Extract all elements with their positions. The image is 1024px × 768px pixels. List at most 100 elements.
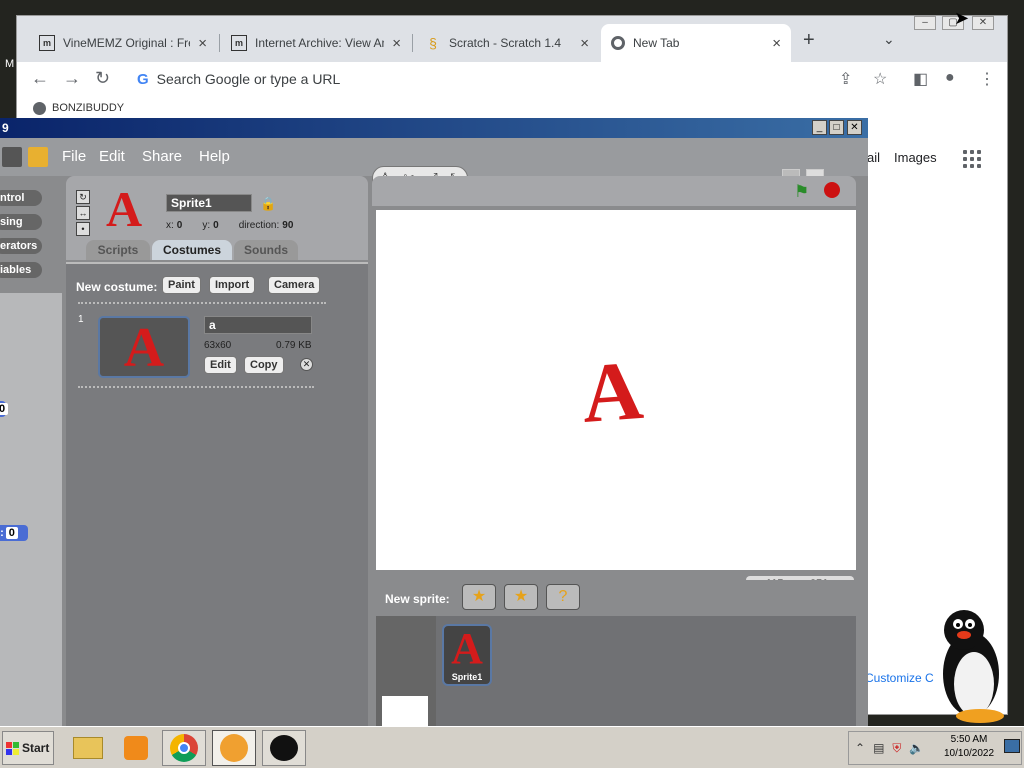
tab-search-icon[interactable]: ⌄ [883,31,895,48]
media-player-icon[interactable] [114,730,158,766]
show-desktop-icon[interactable] [1004,739,1020,753]
google-icon: G [137,70,149,88]
scratch-maximize-button[interactable]: □ [829,120,844,135]
chrome-taskbar-icon[interactable] [162,730,206,766]
bookmark-star-icon[interactable]: ☆ [873,69,887,89]
new-sprite-label: New sprite: [385,592,450,606]
side-panel-icon[interactable]: ◧ [913,69,928,89]
menu-icon[interactable]: ⋮ [979,69,995,89]
chrome-toolbar: ← → ↻ G Search Google or type a URL ⇪ ☆ … [17,62,1007,96]
pingu-mascot[interactable] [936,608,1006,726]
block-label: y: [0,527,4,539]
lock-icon[interactable]: 🔒 [260,196,276,212]
motion-block[interactable]: y:0 [0,525,28,541]
show-hidden-icons-icon[interactable]: ⌃ [855,741,865,755]
tab-costumes[interactable]: Costumes [152,240,232,260]
network-icon[interactable]: ▤ [873,741,884,755]
costume-thumbnail[interactable]: A [98,316,190,378]
choose-sprite-icon[interactable]: ★ [504,584,538,610]
green-flag-icon[interactable]: ⚑ [794,182,809,202]
back-icon[interactable]: ← [31,68,49,89]
archive-icon: m [231,35,247,51]
import-button[interactable]: Import [209,276,256,294]
scratch-minimize-button[interactable]: _ [812,120,827,135]
close-tab-icon[interactable]: × [392,35,401,52]
category-operators[interactable]: erators [0,238,42,254]
sprite-pane: ↻ ↔ • A Sprite1 🔒 x: 0 y: 0 direction: 90 S… [66,176,368,726]
tab-scratch[interactable]: § Scratch - Scratch 1.4 × [415,24,599,62]
close-tab-icon[interactable]: × [580,35,589,52]
stage[interactable]: A [376,210,856,570]
block-palette: 0 y:0 [0,293,62,726]
minimize-button[interactable]: – [914,16,936,30]
scratch-taskbar-icon[interactable] [212,730,256,766]
close-tab-icon[interactable]: × [772,35,781,52]
tab-title: New Tab [633,36,680,50]
tab-new-tab[interactable]: New Tab × [601,24,791,62]
start-label: Start [22,741,50,755]
scratch-icon: § [429,35,437,51]
explorer-icon[interactable] [66,730,110,766]
omnibox[interactable]: G Search Google or type a URL [129,65,875,93]
archive-icon: m [39,35,55,51]
omnibox-placeholder: Search Google or type a URL [156,71,341,87]
reload-icon[interactable]: ↻ [95,68,110,89]
close-button[interactable]: ✕ [972,16,994,30]
category-variables[interactable]: iables [0,262,42,278]
camera-button[interactable]: Camera [268,276,321,294]
close-tab-icon[interactable]: × [198,35,207,52]
scratch-close-button[interactable]: ✕ [847,120,862,135]
pingu-taskbar-icon[interactable] [262,730,306,766]
category-sensing[interactable]: sing [0,214,42,230]
volume-icon[interactable]: 🔈 [909,741,924,755]
divider [78,386,314,388]
delete-costume-icon[interactable]: ✕ [300,358,313,371]
category-panel: ntrol sing erators iables [0,176,62,296]
sprite-name-field[interactable]: Sprite1 [166,194,252,212]
flip-style-icon[interactable]: ↔ [76,206,90,220]
tab-internet-archive[interactable]: m Internet Archive: View An × [221,24,411,62]
images-link[interactable]: Images [894,150,937,165]
stage-thumbnail[interactable] [382,696,428,726]
mouse-cursor-icon: ➤ [954,8,970,28]
apps-grid-icon[interactable] [963,150,981,168]
tab-scripts[interactable]: Scripts [86,240,150,260]
tab-vinememz[interactable]: m VineMEMZ Original : Free × [29,24,217,62]
start-button[interactable]: Start [2,731,54,765]
no-rotate-icon[interactable]: • [76,222,90,236]
stop-sign-icon[interactable] [824,182,840,198]
security-alert-icon[interactable]: ⛨ [892,741,901,756]
rotate-style-icon[interactable]: ↻ [76,190,90,204]
taskbar: Start ⌃ ▤ ⛨ 🔈 5:50 AM 10/10/2022 [0,726,1024,768]
customize-chrome-link[interactable]: Customize C [865,671,934,685]
menu-edit[interactable]: Edit [99,148,125,165]
gmail-link[interactable]: ail [867,150,880,165]
block-value[interactable]: 0 [0,403,9,415]
tab-sounds[interactable]: Sounds [234,240,298,260]
random-sprite-icon[interactable]: ? [546,584,580,610]
block-value[interactable]: 0 [5,527,18,539]
stage-thumbnail-area [376,616,436,726]
share-home-icon[interactable] [28,147,48,167]
forward-icon[interactable]: → [63,68,81,89]
paint-sprite-icon[interactable]: ★ [462,584,496,610]
paint-button[interactable]: Paint [162,276,201,294]
edit-costume-button[interactable]: Edit [204,356,237,374]
profile-icon[interactable]: ● [945,69,955,87]
share-icon[interactable]: ⇪ [839,69,852,89]
menu-file[interactable]: File [62,148,86,165]
menu-share[interactable]: Share [142,148,182,165]
stage-sprite[interactable]: A [579,342,646,443]
copy-costume-button[interactable]: Copy [244,356,284,374]
new-tab-button[interactable]: + [803,29,815,52]
category-control[interactable]: ntrol [0,190,42,206]
costume-name-field[interactable]: a [204,316,312,334]
clock[interactable]: 5:50 AM 10/10/2022 [944,733,994,761]
menu-help[interactable]: Help [199,148,230,165]
sprite-tile[interactable]: A Sprite1 [442,624,492,686]
save-icon[interactable] [2,147,22,167]
motion-block[interactable]: 0 [0,401,9,417]
costume-bytes: 0.79 KB [276,340,312,351]
y-label: y: [202,220,211,231]
bookmark-bonzibuddy[interactable]: BONZIBUDDY [52,102,124,114]
